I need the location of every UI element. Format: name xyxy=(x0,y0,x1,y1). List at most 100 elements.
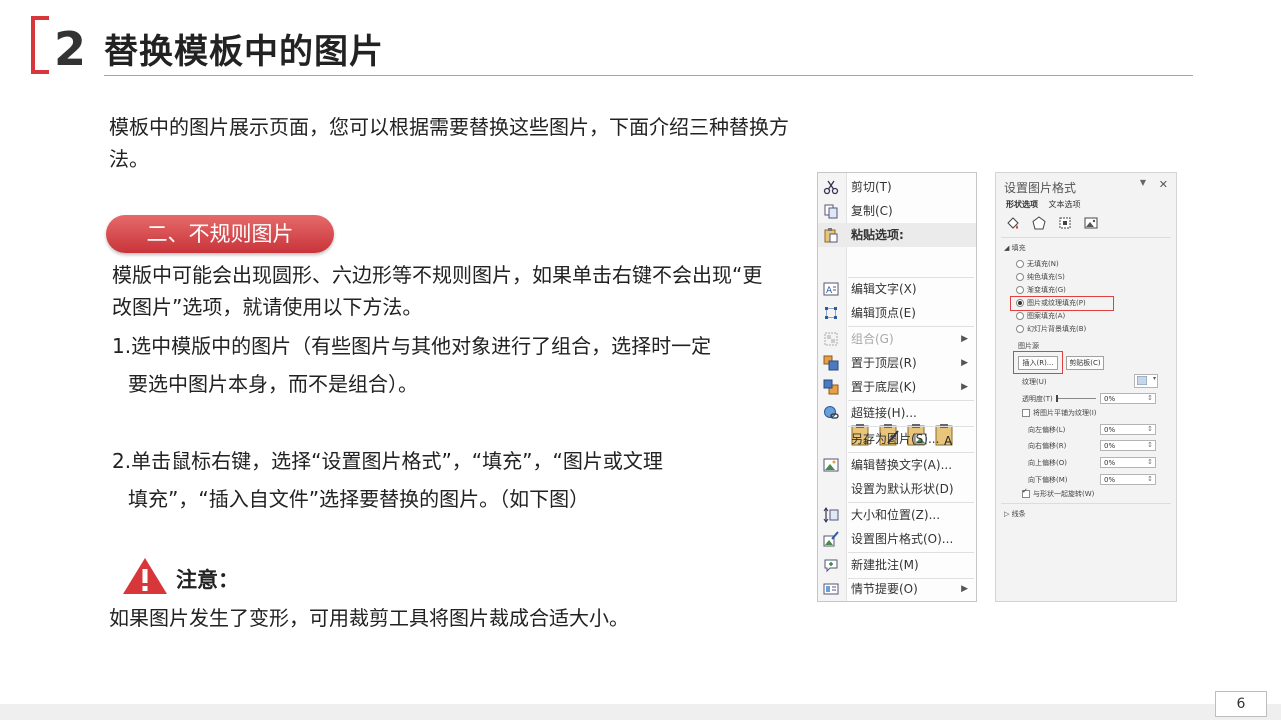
offset-top-input[interactable]: 0% xyxy=(1100,457,1156,468)
step-2-line-1: 2.单击鼠标右键，选择“设置图片格式”，“填充”，“图片或文理 xyxy=(112,449,663,473)
offset-right-label: 向右偏移(R) xyxy=(1028,442,1067,450)
pentagon-effects-icon[interactable] xyxy=(1032,216,1046,230)
menu-item-edit-text[interactable]: A 编辑文字(X) xyxy=(818,277,976,301)
section-number: 2 xyxy=(54,22,87,76)
insert-button[interactable]: 插入(R)... xyxy=(1018,356,1058,370)
radio-gradient-fill[interactable] xyxy=(1016,286,1024,294)
menu-item-bring-to-front[interactable]: 置于顶层(R) ▶ xyxy=(818,351,976,375)
copy-icon xyxy=(824,204,838,219)
label-solid-fill: 纯色填充(S) xyxy=(1027,273,1065,281)
notice-text: 如果图片发生了变形，可用裁剪工具将图片裁成合适大小。 xyxy=(109,606,629,630)
comment-icon xyxy=(824,559,838,573)
format-picture-icon xyxy=(823,531,839,547)
menu-item-storyboard[interactable]: 情节提要(O) ▶ xyxy=(818,577,976,601)
menu-item-new-comment[interactable]: 新建批注(M) xyxy=(818,553,976,577)
bring-front-icon xyxy=(823,355,839,371)
offset-bottom-label: 向下偏移(M) xyxy=(1028,476,1068,484)
label-pattern-fill: 图案填充(A) xyxy=(1027,312,1066,320)
submenu-arrow-icon: ▶ xyxy=(961,382,968,392)
close-icon[interactable]: ✕ xyxy=(1159,178,1168,191)
offset-left-input[interactable]: 0% xyxy=(1100,424,1156,435)
fill-bucket-icon[interactable] xyxy=(1006,216,1020,230)
menu-item-send-to-back[interactable]: 置于底层(K) ▶ xyxy=(818,375,976,399)
context-menu: 剪切(T) 复制(C) 粘贴选项: a A A 编辑文字(X) 编辑顶点(E) … xyxy=(817,172,977,602)
radio-picture-texture-fill[interactable] xyxy=(1016,299,1024,307)
size-properties-icon[interactable] xyxy=(1058,216,1072,230)
menu-item-set-default-shape[interactable]: 设置为默认形状(D) xyxy=(818,477,976,501)
submenu-arrow-icon: ▶ xyxy=(961,584,968,594)
panel-tabs: 形状选项 文本选项 xyxy=(1006,199,1089,210)
notice-label: 注意： xyxy=(176,568,239,592)
transparency-input[interactable]: 0% xyxy=(1100,393,1156,404)
rotate-with-shape-checkbox[interactable] xyxy=(1022,487,1030,498)
tile-checkbox[interactable] xyxy=(1022,409,1030,417)
offset-left-label: 向左偏移(L) xyxy=(1028,426,1066,434)
format-picture-panel: 设置图片格式 ▼ ✕ 形状选项 文本选项 ◢ 填充 无填充(N) 纯色填充(S)… xyxy=(995,172,1177,602)
storyboard-icon xyxy=(823,583,839,595)
intro-paragraph: 模板中的图片展示页面，您可以根据需要替换这些图片，下面介绍三种替换方法。 xyxy=(109,115,789,171)
scissors-icon xyxy=(823,180,839,195)
radio-pattern-fill[interactable] xyxy=(1016,312,1024,320)
fill-section-header[interactable]: ◢ 填充 xyxy=(1004,243,1026,253)
radio-slide-bg-fill[interactable] xyxy=(1016,325,1024,333)
submenu-arrow-icon: ▶ xyxy=(961,334,968,344)
label-picture-texture-fill: 图片或纹理填充(P) xyxy=(1027,299,1086,307)
warning-icon xyxy=(123,558,167,594)
menu-item-cut[interactable]: 剪切(T) xyxy=(818,175,976,199)
offset-top-label: 向上偏移(O) xyxy=(1028,459,1067,467)
clipboard-button[interactable]: 剪贴板(C) xyxy=(1066,356,1104,370)
label-gradient-fill: 渐变填充(G) xyxy=(1027,286,1066,294)
step-1-line-1: 1.选中模版中的图片（有些图片与其他对象进行了组合，选择时一定 xyxy=(112,334,712,358)
menu-item-edit-alt-text[interactable]: 编辑替换文字(A)... xyxy=(818,453,976,477)
tile-label: 将图片平铺为纹理(I) xyxy=(1033,409,1097,417)
tab-text-options[interactable]: 文本选项 xyxy=(1049,200,1081,209)
send-back-icon xyxy=(823,379,839,395)
texture-picker[interactable]: ▾ xyxy=(1134,374,1158,388)
svg-text:A: A xyxy=(826,286,833,296)
panel-category-icons xyxy=(1006,215,1098,234)
menu-item-edit-points[interactable]: 编辑顶点(E) xyxy=(818,301,976,325)
texture-swatch-icon xyxy=(1137,376,1147,385)
header-divider xyxy=(104,75,1193,76)
tab-shape-options[interactable]: 形状选项 xyxy=(1006,200,1038,209)
radio-no-fill[interactable] xyxy=(1016,260,1024,268)
page-number: 6 xyxy=(1215,691,1267,717)
transparency-label: 透明度(T) xyxy=(1022,395,1053,403)
submenu-arrow-icon: ▶ xyxy=(961,358,968,368)
transparency-slider[interactable] xyxy=(1056,398,1096,399)
texture-label: 纹理(U) xyxy=(1022,378,1047,386)
chevron-down-icon: ▾ xyxy=(1152,375,1156,382)
edit-text-icon: A xyxy=(823,282,839,296)
panel-title: 设置图片格式 xyxy=(1004,181,1077,195)
menu-item-group[interactable]: 组合(G) ▶ xyxy=(818,327,976,351)
menu-item-save-as-picture[interactable]: 另存为图片(S)... xyxy=(818,427,976,451)
rotate-with-shape-label: 与形状一起旋转(W) xyxy=(1033,490,1095,498)
menu-item-format-picture[interactable]: 设置图片格式(O)... xyxy=(818,527,976,551)
menu-item-copy[interactable]: 复制(C) xyxy=(818,199,976,223)
transparency-slider-thumb[interactable] xyxy=(1056,395,1058,402)
footer-bar xyxy=(0,704,1281,720)
size-position-icon xyxy=(823,507,839,523)
menu-item-size-position[interactable]: 大小和位置(Z)... xyxy=(818,503,976,527)
label-slide-bg-fill: 幻灯片背景填充(B) xyxy=(1027,325,1087,333)
section-description: 模版中可能会出现圆形、六边形等不规则图片，如果单击右键不会出现“更改图片”选项，… xyxy=(112,263,763,319)
section-pill: 二、不规则图片 xyxy=(106,215,334,253)
line-section-header[interactable]: ▷ 线条 xyxy=(1004,509,1026,519)
group-icon xyxy=(824,332,838,346)
alt-text-icon xyxy=(823,458,839,472)
page-title: 替换模板中的图片 xyxy=(104,32,384,72)
step-1-line-2: 要选中图片本身，而不是组合）。 xyxy=(128,372,418,396)
menu-item-paste-options: 粘贴选项: xyxy=(818,223,976,247)
radio-solid-fill[interactable] xyxy=(1016,273,1024,281)
offset-bottom-input[interactable]: 0% xyxy=(1100,474,1156,485)
hyperlink-icon xyxy=(824,406,839,419)
label-no-fill: 无填充(N) xyxy=(1027,260,1059,268)
edit-points-icon xyxy=(825,307,837,319)
paste-icon xyxy=(824,228,838,243)
menu-item-hyperlink[interactable]: 超链接(H)... xyxy=(818,401,976,425)
offset-right-input[interactable]: 0% xyxy=(1100,440,1156,451)
panel-options-icon[interactable]: ▼ xyxy=(1140,178,1146,187)
picture-icon[interactable] xyxy=(1084,216,1098,230)
step-2-line-2: 填充”，“插入自文件”选择要替换的图片。（如下图） xyxy=(128,487,590,511)
picture-source-label: 图片源 xyxy=(1018,342,1039,350)
